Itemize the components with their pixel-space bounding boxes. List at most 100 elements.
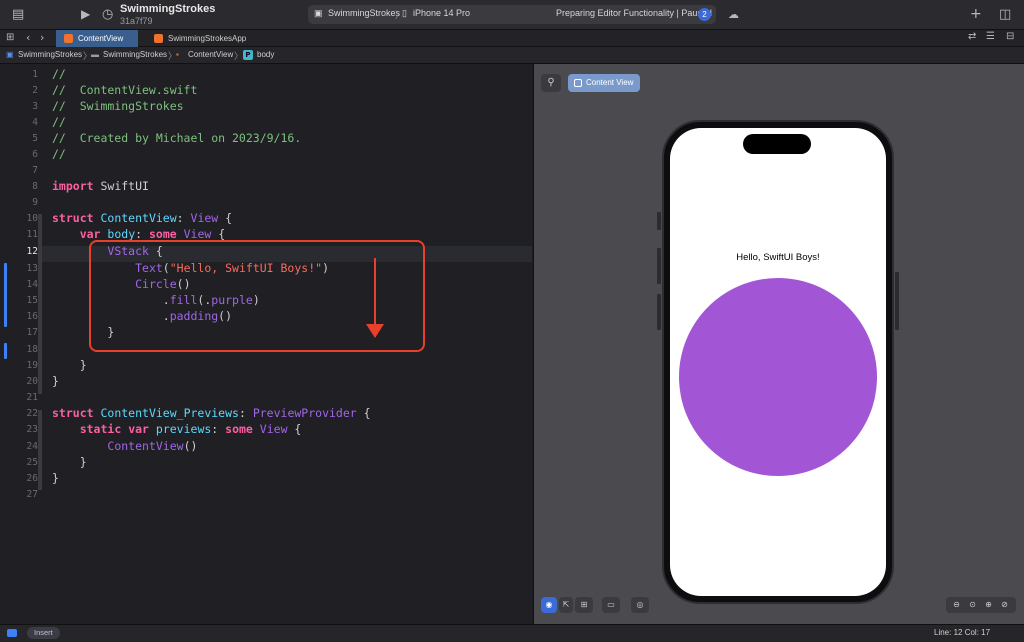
build-status: Preparing Editor Functionality | Paused	[556, 8, 712, 18]
code-token: SwiftUI	[93, 179, 149, 193]
fold-ribbon[interactable]	[38, 214, 42, 394]
line-number: 6	[32, 149, 38, 160]
zoom-actual-icon[interactable]: ⊙	[965, 597, 980, 613]
code-line[interactable]: // Created by Michael on 2023/9/16.	[52, 131, 301, 145]
tab-bar: ⊞ ‹ › ContentView SwimmingStrokesApp ⇄ ☰…	[0, 30, 1024, 47]
code-line[interactable]: //	[52, 67, 66, 81]
code-line[interactable]: }	[52, 374, 59, 388]
code-line[interactable]: struct ContentView: View {	[52, 211, 232, 225]
back-icon[interactable]: ‹	[26, 32, 30, 43]
breadcrumb-file[interactable]: ContentView	[188, 50, 233, 59]
code-line[interactable]: import SwiftUI	[52, 179, 149, 193]
line-number: 12	[26, 246, 38, 257]
code-line[interactable]: struct ContentView_Previews: PreviewProv…	[52, 406, 371, 420]
breadcrumb-symbol[interactable]: body	[257, 50, 274, 59]
device-settings-icon[interactable]: ▭	[602, 597, 620, 613]
pin-icon[interactable]: ⚲	[541, 74, 561, 92]
code-token: some	[148, 227, 177, 241]
line-number: 16	[26, 311, 38, 322]
editor-options-icon[interactable]: ☰	[986, 32, 995, 42]
code-token: // ContentView.swift	[52, 83, 198, 97]
line-number: 15	[26, 295, 38, 306]
line-number: 3	[32, 101, 38, 112]
code-token: {	[211, 227, 226, 241]
run-button[interactable]: ▶	[81, 8, 90, 20]
line-number: 14	[26, 279, 38, 290]
code-line[interactable]: }	[52, 358, 87, 372]
forward-icon[interactable]: ›	[40, 32, 44, 43]
line-number: 5	[32, 133, 38, 144]
breadcrumb-group[interactable]: SwimmingStrokes	[103, 50, 167, 59]
line-number: 24	[26, 441, 38, 452]
code-token: struct	[52, 211, 94, 225]
annotation-arrow	[374, 258, 376, 324]
zoom-fit-icon[interactable]: ⊘	[997, 597, 1012, 613]
zoom-in-icon[interactable]: ⊕	[981, 597, 996, 613]
code-line[interactable]: var body: some View {	[52, 227, 225, 241]
preview-circle	[679, 278, 877, 476]
project-name: SwimmingStrokes	[120, 3, 216, 15]
code-line[interactable]: //	[52, 147, 66, 161]
annotation-arrow-head	[366, 324, 384, 338]
line-number: 19	[26, 360, 38, 371]
scheme-selector[interactable]: SwimmingStrokes	[328, 8, 400, 18]
code-token: //	[52, 147, 66, 161]
code-line[interactable]: // SwimmingStrokes	[52, 99, 184, 113]
code-line[interactable]: // ContentView.swift	[52, 83, 197, 97]
debug-area-toggle-icon[interactable]	[7, 629, 17, 637]
code-line[interactable]: }	[52, 455, 87, 469]
line-number: 22	[26, 408, 38, 419]
code-token: body	[107, 227, 136, 241]
add-icon[interactable]: +	[970, 7, 982, 21]
device-selector[interactable]: iPhone 14 Pro	[413, 8, 470, 18]
tab-contentview[interactable]: ContentView	[56, 30, 138, 47]
activity-viewer[interactable]: ▣ SwimmingStrokes 〉 ▯ iPhone 14 Pro Prep…	[308, 5, 716, 24]
issue-count-badge[interactable]: 2	[698, 8, 711, 21]
code-line[interactable]: static var previews: some View {	[52, 422, 302, 436]
preview-icon	[574, 79, 582, 87]
live-preview-icon[interactable]: ◉	[541, 597, 557, 613]
line-number: 13	[26, 263, 38, 274]
code-line[interactable]: ContentView()	[52, 439, 197, 453]
code-token: {	[218, 211, 233, 225]
grid-icon[interactable]: ⊞	[6, 33, 14, 43]
line-number: 17	[26, 327, 38, 338]
code-line[interactable]: //	[52, 115, 66, 129]
scheme-icon: ▣	[314, 8, 323, 18]
selectable-icon[interactable]: ⇱	[559, 597, 573, 613]
code-token: :	[135, 227, 149, 241]
editor-mode-badge: Insert	[27, 627, 60, 639]
content-view-button[interactable]: Content View	[568, 74, 640, 92]
sidebar-toggle-icon[interactable]: ▤	[12, 8, 24, 21]
source-control-icon: ◷	[102, 7, 114, 22]
variants-icon[interactable]: ⊞	[575, 597, 593, 613]
line-number: 8	[32, 181, 38, 192]
code-line[interactable]: }	[52, 471, 59, 485]
code-token: ContentView	[100, 211, 177, 225]
line-number: 27	[26, 489, 38, 500]
volume-up-button	[657, 248, 661, 284]
breadcrumb-project[interactable]: SwimmingStrokes	[18, 50, 82, 59]
tab-swimmingstrokesapp[interactable]: SwimmingStrokesApp	[146, 30, 256, 47]
project-icon: ▣	[6, 50, 14, 59]
code-token: }	[52, 471, 59, 485]
code-token: some	[225, 422, 253, 436]
refresh-icon[interactable]: ⇄	[968, 32, 976, 42]
fold-ribbon[interactable]	[38, 410, 42, 490]
code-token: previews	[155, 422, 212, 436]
jump-bar: ▣ SwimmingStrokes 〉 ▬ SwimmingStrokes 〉 …	[0, 47, 1024, 64]
code-token: }	[52, 455, 87, 469]
orientation-icon[interactable]: ◎	[631, 597, 649, 613]
cursor-position: Line: 12 Col: 17	[934, 628, 991, 637]
line-number: 26	[26, 473, 38, 484]
split-editor-icon[interactable]: ⊟	[1006, 32, 1014, 42]
commit-hash: 31a7f79	[120, 16, 153, 26]
line-number: 7	[32, 165, 38, 176]
inspector-toggle-icon[interactable]: ◫	[999, 8, 1011, 21]
zoom-out-icon[interactable]: ⊖	[949, 597, 964, 613]
line-number: 9	[32, 197, 38, 208]
line-number: 1	[32, 69, 38, 80]
